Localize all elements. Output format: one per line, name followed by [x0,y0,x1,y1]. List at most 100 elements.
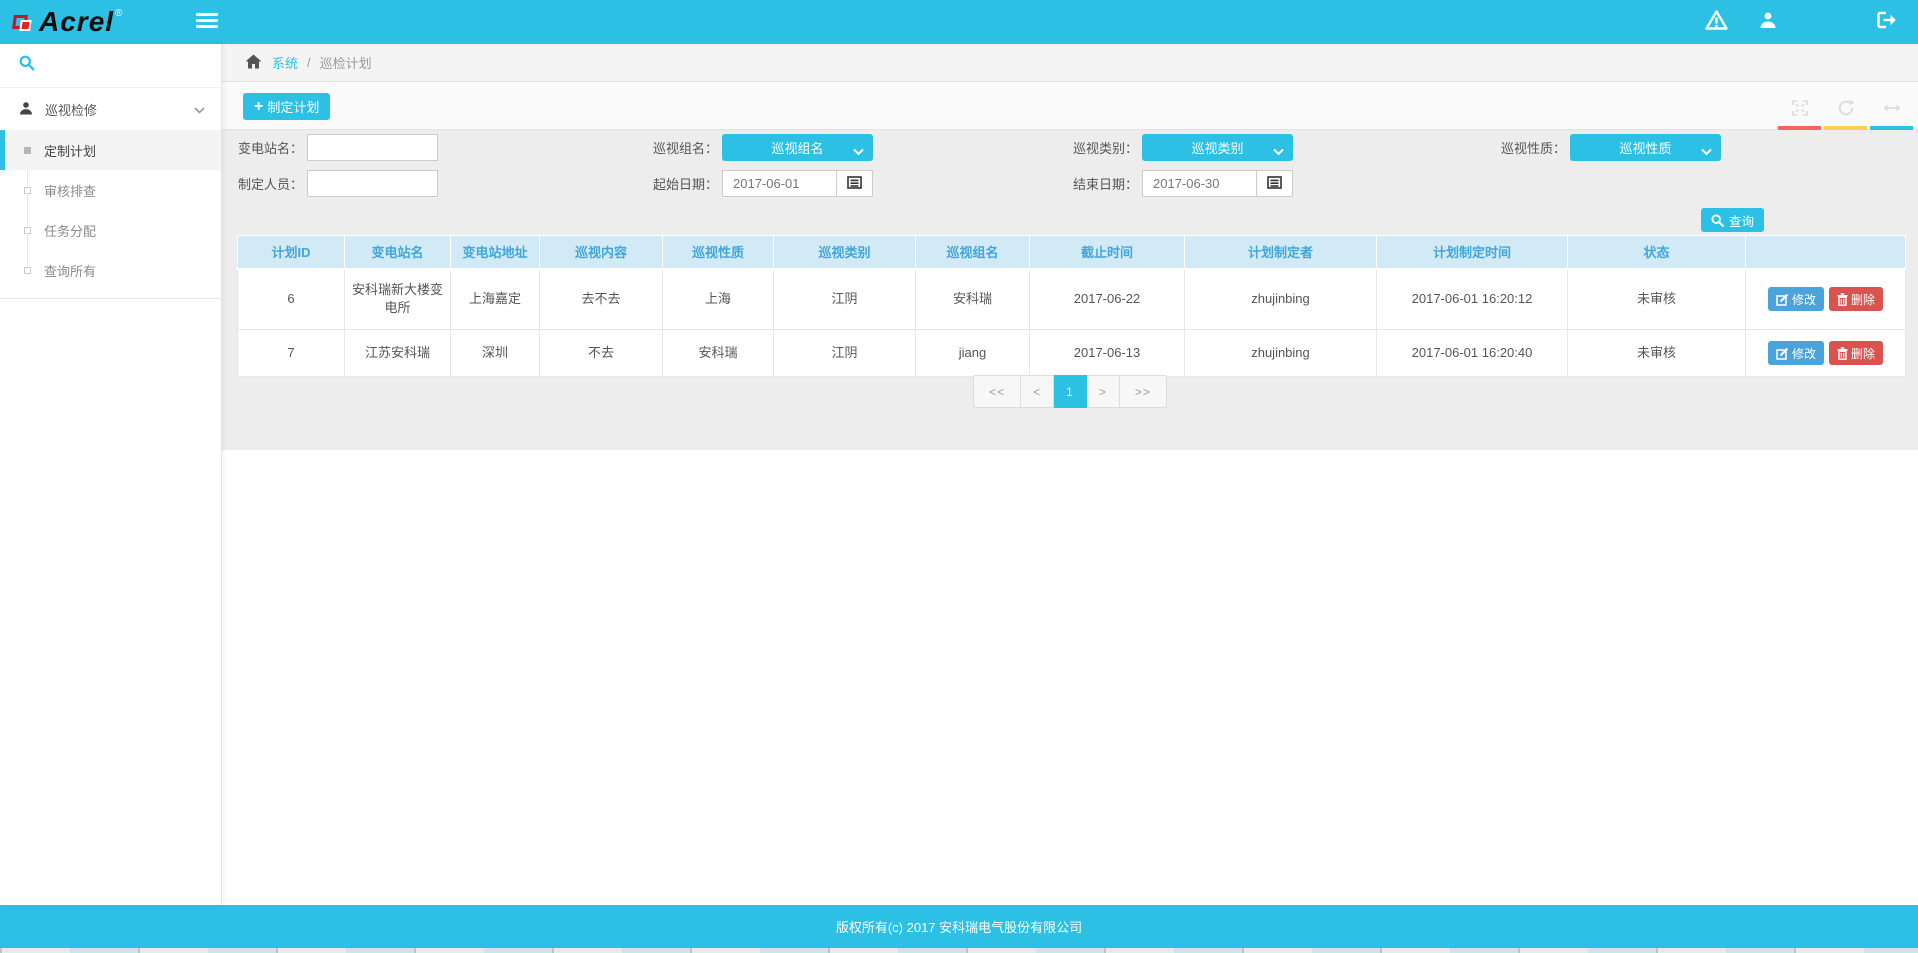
col-deadline: 截止时间 [1030,236,1185,269]
home-icon [245,54,262,72]
person-icon [19,101,33,118]
col-content: 巡视内容 [540,236,663,269]
alerts-button[interactable] [1698,0,1734,44]
table-row: 7 江苏安科瑞 深圳 不去 安科瑞 江阴 jiang 2017-06-13 zh… [238,330,1906,377]
category-dropdown-value: 巡视类别 [1191,138,1243,157]
category-label: 巡视类别： [1060,138,1138,157]
pagination-page-1[interactable]: 1 [1054,375,1087,408]
filter-start-date: 起始日期： 2017-06-01 [640,170,873,197]
filter-end-date: 结束日期： 2017-06-30 [1060,170,1293,197]
col-creator: 计划制定者 [1185,236,1377,269]
sidebar-item-custom-plan[interactable]: 定制计划 [0,130,221,170]
edit-button[interactable]: 修改 [1768,341,1824,365]
cell-status: 未审核 [1568,330,1746,377]
sidebar-search[interactable] [0,44,221,88]
collapse-panel-button[interactable] [1870,94,1913,130]
pagination-last-button[interactable]: >> [1120,375,1167,408]
tree-bullet-icon [24,227,31,234]
group-dropdown-value: 巡视组名 [771,138,823,157]
acrel-logo[interactable]: Acrel ® [13,7,122,37]
pagination-prev-button[interactable]: < [1021,375,1054,408]
cell-station-address: 上海嘉定 [451,269,540,330]
cell-nature: 安科瑞 [663,330,774,377]
cell-status: 未审核 [1568,269,1746,330]
delete-button[interactable]: 删除 [1829,287,1883,311]
search-button-label: 查询 [1729,211,1754,230]
search-icon [19,55,35,76]
start-date-label: 起始日期： [640,174,718,193]
station-input[interactable] [307,134,438,161]
col-station-name: 变电站名 [345,236,451,269]
trash-icon [1837,293,1848,306]
pagination: << < 1 > >> [222,375,1918,408]
sidebar-item-query-all[interactable]: 查询所有 [0,250,221,290]
logout-icon [1876,11,1897,34]
logout-button[interactable] [1868,0,1904,44]
table-header-row: 计划ID 变电站名 变电站地址 巡视内容 巡视性质 巡视类别 巡视组名 截止时间… [238,236,1906,269]
breadcrumb-link-system[interactable]: 系统 [272,53,298,72]
nature-dropdown[interactable]: 巡视性质 [1570,134,1721,161]
pagination-first-button[interactable]: << [973,375,1021,408]
cell-creator: zhujinbing [1185,330,1377,377]
sidebar: 巡视检修 定制计划 审核排查 任务分配 查询所有 [0,44,222,905]
category-dropdown[interactable]: 巡视类别 [1142,134,1293,161]
expand-panel-button[interactable] [1778,94,1821,130]
edit-button-label: 修改 [1792,345,1816,362]
cell-creator: zhujinbing [1185,269,1377,330]
cell-group: jiang [916,330,1030,377]
chevron-down-icon [1701,144,1712,159]
search-icon [1711,214,1724,227]
cell-group: 安科瑞 [916,269,1030,330]
col-created-time: 计划制定时间 [1377,236,1568,269]
nature-label: 巡视性质： [1488,138,1566,157]
calendar-icon [847,175,862,192]
end-date-input[interactable]: 2017-06-30 [1142,170,1257,197]
acrel-logo-icon [13,13,33,33]
chevron-down-icon [194,102,205,117]
user-icon [1759,11,1777,34]
account-button[interactable] [1750,0,1786,44]
start-date-picker-button[interactable] [837,170,873,197]
cell-category: 江阴 [774,269,916,330]
create-plan-button[interactable]: + 制定计划 [243,93,330,120]
cell-station-name: 安科瑞新大楼变电所 [345,269,451,330]
search-button[interactable]: 查询 [1701,208,1764,232]
creator-input[interactable] [307,170,438,197]
filter-category: 巡视类别： 巡视类别 [1060,134,1293,161]
refresh-panel-button[interactable] [1824,94,1867,130]
background-window-strip [0,947,1918,953]
pagination-next-button[interactable]: > [1087,375,1120,408]
end-date-picker-button[interactable] [1257,170,1293,197]
breadcrumb: 系统 / 巡检计划 [222,44,1918,82]
edit-button-label: 修改 [1792,291,1816,308]
sidebar-item-review-check[interactable]: 审核排查 [0,170,221,210]
cell-station-name: 江苏安科瑞 [345,330,451,377]
filter-creator: 制定人员： [225,170,438,197]
cell-created-time: 2017-06-01 16:20:12 [1377,269,1568,330]
chevron-down-icon [853,144,864,159]
sidebar-item-task-assign[interactable]: 任务分配 [0,210,221,250]
group-dropdown[interactable]: 巡视组名 [722,134,873,161]
delete-button-label: 删除 [1851,345,1875,362]
cell-created-time: 2017-06-01 16:20:40 [1377,330,1568,377]
col-plan-id: 计划ID [238,236,345,269]
content-filler [222,450,1918,905]
expand-icon [1791,99,1809,122]
sidebar-item-label: 任务分配 [44,221,96,240]
edit-icon [1776,293,1789,306]
table-row: 6 安科瑞新大楼变电所 上海嘉定 去不去 上海 江阴 安科瑞 2017-06-2… [238,269,1906,330]
delete-button[interactable]: 删除 [1829,341,1883,365]
sidebar-item-label: 查询所有 [44,261,96,280]
sidebar-menu-inspection[interactable]: 巡视检修 [0,88,221,130]
sidebar-item-label: 定制计划 [44,141,96,160]
horizontal-arrows-icon [1883,101,1901,119]
col-station-address: 变电站地址 [451,236,540,269]
breadcrumb-separator: / [307,55,311,70]
station-label: 变电站名： [225,138,303,157]
edit-button[interactable]: 修改 [1768,287,1824,311]
cell-actions: 修改 删除 [1746,269,1906,330]
start-date-input[interactable]: 2017-06-01 [722,170,837,197]
menu-toggle-icon[interactable] [196,13,218,30]
logo-registered-mark: ® [115,8,122,19]
filter-group: 巡视组名： 巡视组名 [640,134,873,161]
